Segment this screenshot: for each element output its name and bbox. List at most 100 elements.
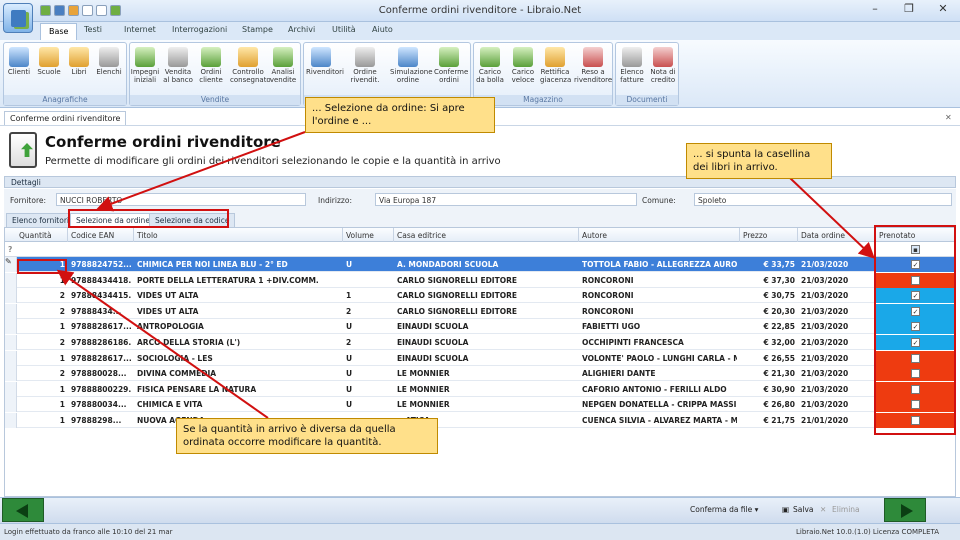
row-indicator[interactable]	[5, 397, 17, 413]
table-row[interactable]: 197888298...NUOVA AGENDA......ATICACUENC…	[5, 413, 955, 428]
vendita-banco-button[interactable]: Vendita al banco	[163, 47, 193, 84]
rettifica-giacenza-button[interactable]: Rettifica giacenza	[540, 47, 571, 84]
previous-arrow-icon[interactable]	[2, 498, 44, 522]
table-row[interactable]: 2 97888434415... VIDES UT ALTA 1 CARLO SIGNO…	[5, 288, 955, 304]
cell-ean: 978880028...	[71, 369, 127, 379]
row-indicator[interactable]	[5, 413, 17, 428]
tab-aiuto[interactable]: Aiuto	[372, 25, 393, 34]
reso-rivenditore-button[interactable]: Reso a rivenditore	[574, 47, 612, 84]
cell-title: SOCIOLOGIA - LES	[137, 353, 213, 363]
row-indicator[interactable]	[5, 288, 17, 304]
ordini-cliente-button[interactable]: Ordini cliente	[196, 47, 226, 84]
app-logo-icon[interactable]	[3, 3, 33, 33]
row-indicator[interactable]	[5, 319, 17, 335]
cell-qty[interactable]: 1	[19, 416, 65, 425]
callout-modifica-quantita: Se la quantità in arrivo è diversa da qu…	[176, 418, 438, 454]
table-row[interactable]: 1 978880034... CHIMICA E VITA U LE MONNIER NE…	[5, 397, 955, 413]
fornitore-field[interactable]: NUCCI ROBERTO	[56, 193, 306, 206]
analisi-vendite-button[interactable]: Analisi vendite	[268, 47, 298, 84]
title-bar: Conferme ordini rivenditore - Libraio.Ne…	[0, 0, 960, 22]
elenchi-button[interactable]: Elenchi	[94, 47, 124, 76]
table-row[interactable]: 1 9788828617... SOCIOLOGIA - LES U EINAUDI S…	[5, 350, 955, 366]
tab-base[interactable]: Base	[40, 23, 78, 40]
row-indicator[interactable]	[5, 272, 17, 288]
cell-title: CHIMICA E VITA	[137, 400, 203, 410]
tab-utilita[interactable]: Utilità	[332, 25, 356, 34]
controllo-consegnato-button[interactable]: Controllo consegnato	[230, 47, 271, 84]
salva-button[interactable]: Salva	[793, 505, 813, 514]
cell-pub: EINAUDI SCUOLA	[397, 322, 469, 332]
tab-testi[interactable]: Testi	[84, 25, 102, 34]
minimize-button[interactable]: –	[864, 2, 886, 15]
elimina-button[interactable]: Elimina	[832, 505, 860, 514]
conferme-ordini-button[interactable]: Conferme ordini	[434, 47, 468, 84]
row-indicator[interactable]	[5, 303, 17, 319]
cell-qty[interactable]: 2	[19, 291, 65, 300]
table-row[interactable]: 2 97888434... VIDES UT ALTA 2 CARLO SIGNOREL…	[5, 303, 955, 319]
simulazione-ordine-button[interactable]: Simulazione ordine	[390, 47, 433, 84]
elenco-fatture-label: Elenco fatture	[620, 68, 644, 84]
close-button[interactable]: ✕	[932, 2, 954, 15]
indirizzo-field[interactable]: Via Europa 187	[375, 193, 637, 206]
grid-filter-row[interactable]: ? ▪	[5, 242, 955, 257]
cell-qty[interactable]: 1	[19, 276, 65, 285]
cell-qty[interactable]: 2	[19, 338, 65, 347]
cell-qty[interactable]: 1	[19, 385, 65, 394]
carico-veloce-button[interactable]: Carico veloce	[508, 47, 538, 84]
cell-author: RONCORONI	[582, 291, 634, 301]
col-casa-editrice[interactable]: Casa editrice	[397, 231, 446, 240]
cell-qty[interactable]: 2	[19, 307, 65, 316]
cell-author: VOLONTE' PAOLO - LUNGHI CARLA - M...	[582, 353, 737, 363]
comune-label: Comune:	[642, 196, 676, 205]
carico-veloce-label: Carico veloce	[511, 68, 535, 84]
cell-qty[interactable]: 1	[19, 354, 65, 363]
comune-field[interactable]: Spoleto	[694, 193, 952, 206]
tab-interrogazioni[interactable]: Interrogazioni	[172, 25, 227, 34]
table-row[interactable]: 2 978880028... DIVINA COMMEDIA U LE MONNIER A…	[5, 366, 955, 382]
table-row[interactable]: 1 9788828617... ANTROPOLOGIA U EINAUDI SCUOL…	[5, 319, 955, 335]
cell-qty[interactable]: 2	[19, 369, 65, 378]
tab-archivi[interactable]: Archivi	[288, 25, 315, 34]
col-divider	[797, 228, 798, 242]
tab-elenco-fornitori[interactable]: Elenco fornitori	[6, 213, 76, 227]
rivenditori-button[interactable]: Rivenditori	[306, 47, 344, 76]
row-indicator[interactable]	[5, 366, 17, 382]
libri-button[interactable]: Libri	[64, 47, 94, 76]
col-quantita[interactable]: Quantità	[19, 231, 52, 240]
scuole-button[interactable]: Scuole	[34, 47, 64, 76]
row-indicator[interactable]	[5, 335, 17, 350]
col-autore[interactable]: Autore	[582, 231, 607, 240]
restore-button[interactable]: ❐	[898, 2, 920, 15]
col-volume[interactable]: Volume	[346, 231, 374, 240]
elenco-fatture-button[interactable]: Elenco fatture	[617, 47, 647, 84]
cell-qty[interactable]: 1	[19, 322, 65, 331]
col-prezzo[interactable]: Prezzo	[743, 231, 767, 240]
table-row[interactable]: 1 97888800229... FISICA PENSARE LA NATURA U…	[5, 381, 955, 397]
next-arrow-icon[interactable]	[884, 498, 926, 522]
cell-qty[interactable]: 1	[19, 400, 65, 409]
table-row[interactable]: ✎ 1 9788824752... CHIMICA PER NOI LINEA BLU…	[5, 257, 955, 272]
col-titolo[interactable]: Titolo	[137, 231, 158, 240]
cell-pub: LE MONNIER	[397, 369, 450, 379]
conferma-da-file-button[interactable]: Conferma da file ▾	[690, 505, 758, 514]
nota-credito-button[interactable]: Nota di credito	[648, 47, 678, 84]
row-indicator[interactable]	[5, 350, 17, 366]
clienti-button[interactable]: Clienti	[4, 47, 34, 76]
tab-stampe[interactable]: Stampe	[242, 25, 273, 34]
rettifica-icon	[545, 47, 565, 67]
row-indicator[interactable]: ✎	[5, 257, 17, 272]
col-data-ordine[interactable]: Data ordine	[801, 231, 845, 240]
col-codice-ean[interactable]: Codice EAN	[71, 231, 114, 240]
document-tab[interactable]: Conferme ordini rivenditore	[4, 111, 127, 125]
impegni-iniziali-button[interactable]: Impegni iniziali	[130, 47, 160, 84]
close-document-icon[interactable]: ✕	[945, 113, 952, 122]
cell-ean: 97888434...	[71, 306, 122, 316]
row-indicator[interactable]	[5, 381, 17, 397]
table-row[interactable]: 1 97888434418... PORTE DELLA LETTERATURA 1…	[5, 272, 955, 288]
cell-pub: LE MONNIER	[397, 384, 450, 394]
table-row[interactable]: 2 97888286186... ARCO DELLA STORIA (L') 2 EI…	[5, 335, 955, 350]
cell-date: 21/03/2020	[801, 306, 849, 316]
tab-internet[interactable]: Internet	[124, 25, 156, 34]
carico-bolla-button[interactable]: Carico da bolla	[475, 47, 505, 84]
ordine-rivendit-button[interactable]: Ordine rivendit.	[350, 47, 380, 84]
